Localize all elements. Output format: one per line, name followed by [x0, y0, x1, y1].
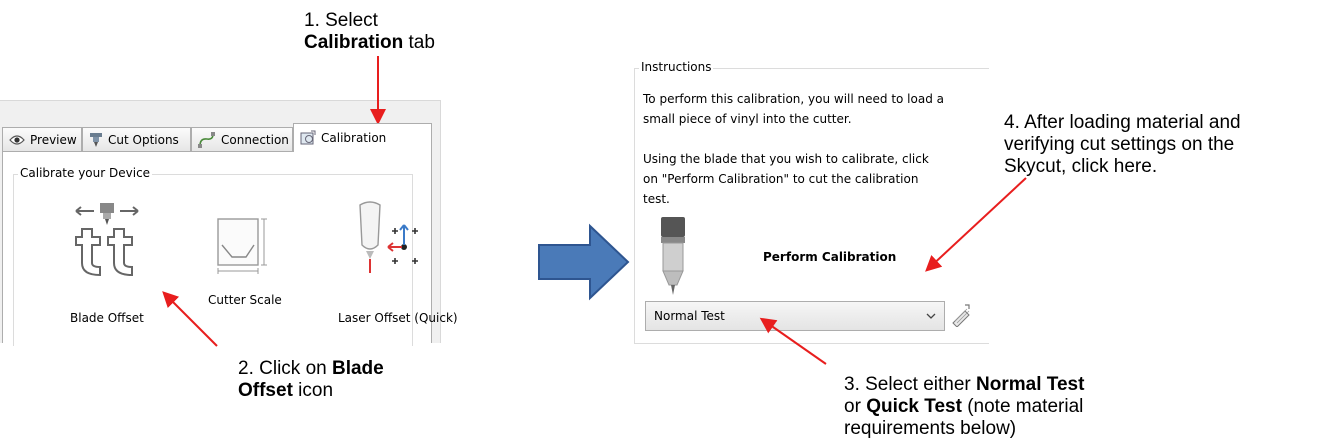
- tab-calibration[interactable]: Calibration: [293, 123, 432, 152]
- calibration-icon: [300, 130, 316, 145]
- tab-calibration-label: Calibration: [321, 131, 387, 145]
- step2-red-arrow: [162, 291, 218, 347]
- step3-red-arrow: [759, 317, 827, 365]
- arrow-layer: [162, 56, 1027, 365]
- big-blue-arrow: [538, 223, 630, 301]
- step4-red-arrow: [925, 177, 1027, 272]
